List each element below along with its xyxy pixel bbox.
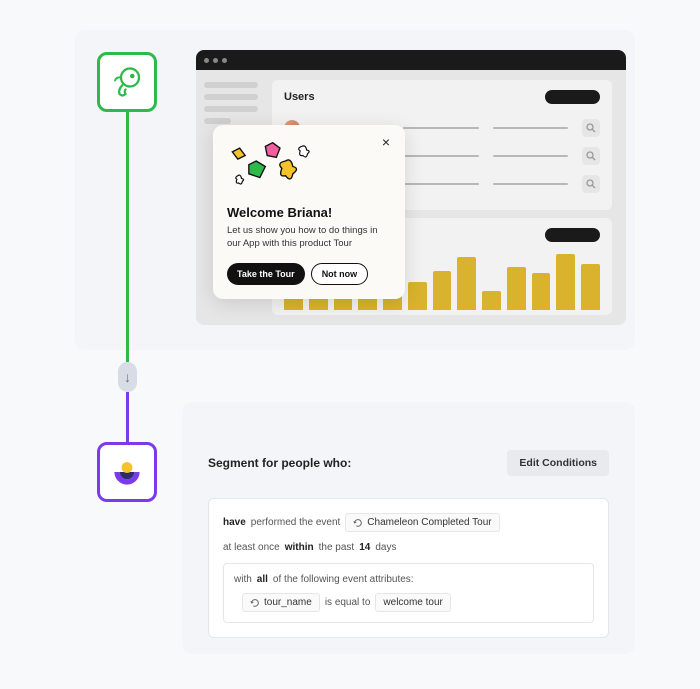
cond-text: days <box>375 542 396 553</box>
connector-line-purple <box>126 392 129 442</box>
delighted-icon <box>109 454 145 490</box>
refresh-icon <box>353 518 363 528</box>
refresh-icon <box>250 598 260 608</box>
bar <box>482 291 501 310</box>
user-placeholder-line <box>493 183 568 185</box>
cond-text: is equal to <box>325 597 371 608</box>
users-title: Users <box>284 91 315 103</box>
conditions-card: have performed the event Chameleon Compl… <box>208 498 609 638</box>
delighted-app-icon-box <box>97 442 157 502</box>
user-placeholder-line <box>493 155 568 157</box>
take-tour-button[interactable]: Take the Tour <box>227 263 305 285</box>
window-dot <box>222 58 227 63</box>
chip-label: tour_name <box>264 597 312 608</box>
window-dot <box>213 58 218 63</box>
condition-line: have performed the event Chameleon Compl… <box>223 513 594 532</box>
user-placeholder-line <box>403 183 478 185</box>
cond-text: with <box>234 574 252 585</box>
user-placeholder-line <box>493 127 568 129</box>
sidebar-placeholder <box>204 82 258 88</box>
condition-line: at least once within the past 14 days <box>223 542 594 553</box>
chart-action-button[interactable] <box>545 228 600 242</box>
bar <box>507 267 526 310</box>
cond-text: the past <box>319 542 355 553</box>
bar <box>408 282 427 310</box>
window-dot <box>204 58 209 63</box>
bar <box>457 257 476 310</box>
value-chip[interactable]: welcome tour <box>375 593 450 612</box>
connector-line-green <box>126 112 129 362</box>
user-placeholder-line <box>403 127 478 129</box>
cond-bold: 14 <box>359 542 370 553</box>
users-header: Users <box>284 90 600 104</box>
segment-title: Segment for people who: <box>208 456 351 470</box>
cond-text: of the following event attributes: <box>273 574 414 585</box>
condition-line: tour_name is equal to welcome tour <box>234 593 583 612</box>
bar <box>433 271 452 310</box>
cond-text: performed the event <box>251 517 341 528</box>
chameleon-icon <box>109 64 145 100</box>
cond-bold: have <box>223 517 246 528</box>
cond-bold: within <box>285 542 314 553</box>
segment-header: Segment for people who: Edit Conditions <box>208 450 609 476</box>
search-icon[interactable] <box>582 119 600 137</box>
event-chip[interactable]: Chameleon Completed Tour <box>345 513 499 532</box>
search-icon[interactable] <box>582 147 600 165</box>
chip-label: Chameleon Completed Tour <box>367 517 491 528</box>
condition-line: with all of the following event attribut… <box>234 574 583 585</box>
chameleon-app-icon-box <box>97 52 157 112</box>
close-icon[interactable]: × <box>377 133 395 151</box>
chip-label: welcome tour <box>383 597 442 608</box>
bar <box>532 273 551 310</box>
cond-bold: all <box>257 574 268 585</box>
welcome-body: Let us show you how to do things in our … <box>227 225 391 251</box>
bar <box>581 264 600 311</box>
user-placeholder-line <box>403 155 478 157</box>
sidebar-placeholder <box>204 94 258 100</box>
welcome-modal: × Welcome Briana! Let us show you how to… <box>213 125 405 299</box>
sidebar-placeholder <box>204 118 231 124</box>
cond-text: at least once <box>223 542 280 553</box>
arrow-down-icon: ↓ <box>124 370 131 384</box>
not-now-button[interactable]: Not now <box>311 263 369 285</box>
edit-conditions-button[interactable]: Edit Conditions <box>507 450 609 476</box>
attribute-chip[interactable]: tour_name <box>242 593 320 612</box>
sidebar-placeholder <box>204 106 258 112</box>
connector-arrow-badge: ↓ <box>118 362 137 392</box>
modal-buttons: Take the Tour Not now <box>227 263 391 285</box>
search-icon[interactable] <box>582 175 600 193</box>
bottom-panel: Segment for people who: Edit Conditions … <box>182 402 635 654</box>
welcome-title: Welcome Briana! <box>227 205 391 220</box>
users-action-button[interactable] <box>545 90 600 104</box>
browser-titlebar <box>196 50 626 70</box>
bar <box>556 254 575 310</box>
sparkle-illustration-icon <box>227 139 322 194</box>
inner-condition-card: with all of the following event attribut… <box>223 563 594 623</box>
